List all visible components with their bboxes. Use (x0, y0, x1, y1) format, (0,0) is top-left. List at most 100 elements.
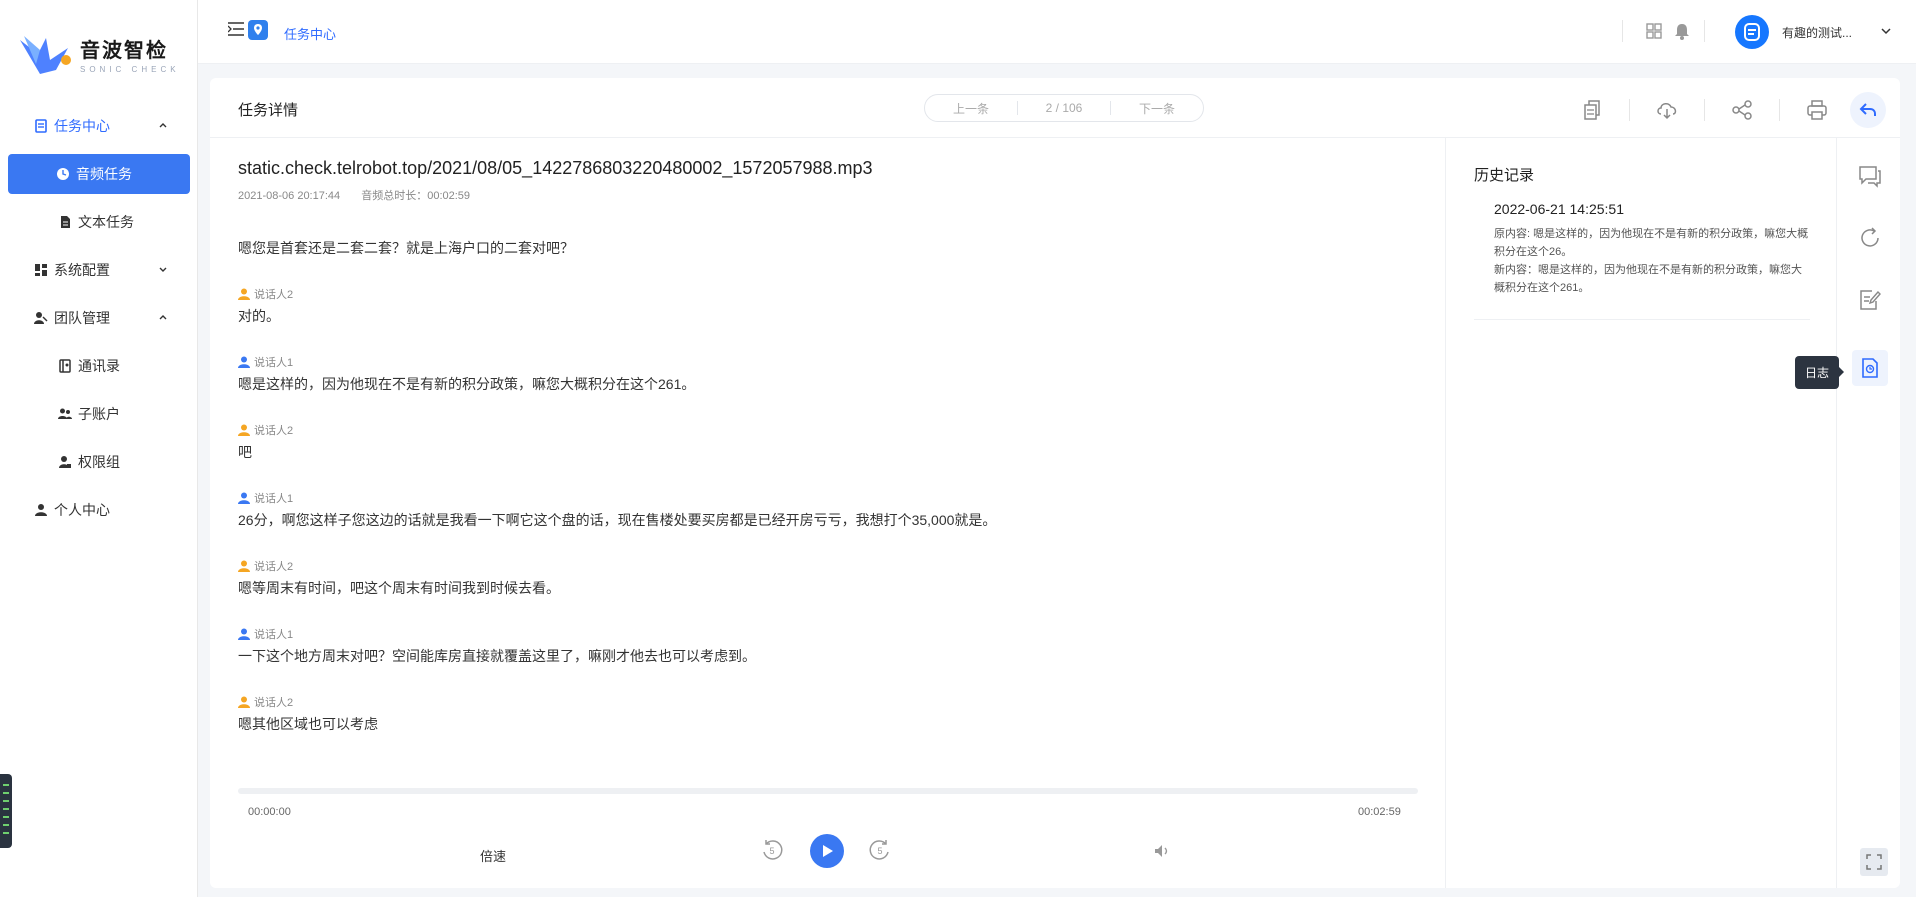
fullscreen-icon (1866, 854, 1882, 870)
transcript-line: 嗯您是首套还是二套二套？就是上海户口的二套对吧？ (238, 238, 1418, 258)
edit-note-icon[interactable] (1858, 288, 1882, 312)
fullscreen-button[interactable] (1860, 848, 1888, 876)
chevron-down-icon[interactable] (1880, 26, 1892, 36)
brand-name: 音波智检 (80, 40, 168, 62)
comment-icon[interactable] (1858, 164, 1882, 188)
user-icon (238, 356, 250, 368)
current-time: 00:00:00 (248, 806, 291, 818)
sidebar-item-permission-group[interactable]: 权限组 (0, 438, 198, 486)
volume-icon[interactable] (1154, 844, 1170, 858)
user-icon (35, 504, 47, 516)
users-icon (58, 408, 72, 419)
right-tool-rail (1850, 148, 1890, 386)
breadcrumb[interactable]: 任务中心 (284, 24, 336, 43)
skip-seconds: 5 (769, 846, 774, 856)
user-icon (238, 560, 250, 572)
card-header: 任务详情 上一条 2 / 106 下一条 (210, 78, 1900, 138)
speaker-label: 说话人1 (254, 357, 294, 369)
created-time: 2021-08-06 20:17:44 (238, 190, 341, 202)
user-name[interactable]: 有趣的测试... (1782, 24, 1852, 41)
speaker-label: 说话人2 (254, 561, 294, 573)
task-detail-card: 任务详情 上一条 2 / 106 下一条 static.check.telrob… (210, 78, 1900, 888)
user-icon (238, 288, 250, 300)
sidebar-item-audio-task[interactable]: 音频任务 (8, 154, 190, 194)
prev-record-button[interactable]: 上一条 (925, 100, 1017, 117)
next-record-button[interactable]: 下一条 (1111, 100, 1203, 117)
utterance-text: 对的。 (238, 308, 280, 324)
sidebar-item-label: 通讯录 (78, 358, 120, 374)
top-bar: 任务中心 有趣的测试... (198, 0, 1916, 64)
user-icon (238, 628, 250, 640)
speaker-label: 说话人2 (254, 425, 294, 437)
download-icon[interactable] (1656, 99, 1678, 121)
floating-widget-handle[interactable] (0, 774, 12, 848)
record-pager: 上一条 2 / 106 下一条 (924, 94, 1204, 122)
bell-icon[interactable] (1674, 22, 1690, 40)
user-icon (238, 424, 250, 436)
logo: 音波智检 SONIC CHECK (16, 30, 180, 78)
sidebar-item-sub-accounts[interactable]: 子账户 (0, 390, 198, 438)
sidebar-item-text-task[interactable]: 文本任务 (0, 198, 198, 246)
undo-icon (1859, 103, 1876, 116)
copy-icon[interactable] (1581, 99, 1603, 121)
logo-icon (20, 36, 71, 74)
utterance-text: 嗯等周末有时间，吧这个周末有时间我到时候去看。 (238, 580, 560, 596)
playback-speed-button[interactable]: 倍速 (480, 846, 506, 865)
task-icon (35, 119, 47, 133)
sidebar-item-label: 文本任务 (78, 214, 134, 230)
sidebar-item-system-config[interactable]: 系统配置 (0, 246, 198, 294)
sidebar-item-team[interactable]: 团队管理 (0, 294, 198, 342)
sidebar-item-label: 权限组 (78, 454, 120, 470)
sidebar-item-label: 个人中心 (54, 502, 110, 518)
utterance-text: 26分，啊您这样子您这边的话就是我看一下啊它这个盘的话，现在售楼处要买房都是已经… (238, 512, 997, 528)
print-icon[interactable] (1806, 99, 1828, 121)
transcript-line: 说话人1 嗯是这样的，因为他现在不是有新的积分政策，嘛您大概积分在这个261。 (238, 354, 1418, 394)
transcript-line: 说话人2 嗯其他区域也可以考虑 (238, 694, 1418, 734)
history-panel: 历史记录 2022-06-21 14:25:51 原内容: 嗯是这样的，因为他现… (1474, 164, 1810, 320)
play-button[interactable] (810, 834, 844, 868)
location-icon (248, 20, 268, 40)
sidebar-item-profile[interactable]: 个人中心 (0, 486, 198, 534)
audio-duration: 音频总时长：00:02:59 (361, 190, 471, 202)
brand-tagline: SONIC CHECK (80, 65, 180, 74)
history-old-content: 原内容: 嗯是这样的，因为他现在不是有新的积分政策，嘛您大概积分在这个26。 (1494, 228, 1809, 258)
sidebar-item-label: 系统配置 (54, 262, 110, 278)
share-icon[interactable] (1731, 99, 1753, 121)
history-time: 2022-06-21 14:25:51 (1494, 201, 1624, 217)
menu-fold-icon[interactable] (228, 22, 244, 36)
refresh-icon[interactable] (1858, 226, 1882, 250)
avatar[interactable] (1735, 15, 1769, 49)
user-icon (238, 492, 250, 504)
history-entry: 2022-06-21 14:25:51 原内容: 嗯是这样的，因为他现在不是有新… (1474, 201, 1810, 320)
sidebar-item-task-center[interactable]: 任务中心 (0, 102, 198, 150)
forward-5-icon[interactable]: 5 (868, 838, 892, 862)
header-actions (1555, 92, 1886, 128)
speaker-label: 说话人1 (254, 629, 294, 641)
file-info: static.check.telrobot.top/2021/08/05_142… (238, 158, 1418, 203)
team-icon (34, 312, 48, 324)
user-lock-icon (59, 456, 71, 468)
dashboard-icon (35, 264, 47, 276)
speaker-label: 说话人2 (254, 697, 294, 709)
page-indicator: 2 / 106 (1045, 101, 1083, 115)
user-icon (238, 696, 250, 708)
rewind-5-icon[interactable]: 5 (760, 838, 784, 862)
divider (1704, 20, 1705, 42)
audio-progress-bar[interactable] (238, 788, 1418, 794)
clock-icon (57, 168, 69, 180)
sidebar-item-label: 任务中心 (54, 118, 110, 134)
sidebar-item-label: 子账户 (78, 406, 120, 422)
chevron-down-icon (159, 267, 167, 272)
sidebar-item-label: 团队管理 (54, 310, 110, 326)
log-icon (1862, 358, 1878, 378)
page-title: 任务详情 (238, 102, 299, 119)
sidebar-item-contacts[interactable]: 通讯录 (0, 342, 198, 390)
utterance-text: 吧 (238, 444, 252, 460)
log-button[interactable] (1852, 350, 1888, 386)
sidebar: 音波智检 SONIC CHECK 任务中心 音频任务 文本任务 系统配置 团队管… (0, 0, 198, 897)
transcript-line: 说话人2 嗯等周末有时间，吧这个周末有时间我到时候去看。 (238, 558, 1418, 598)
speaker-label: 说话人1 (254, 493, 294, 505)
back-button[interactable] (1850, 92, 1886, 128)
total-time: 00:02:59 (1358, 806, 1401, 818)
grid-icon[interactable] (1646, 23, 1662, 39)
